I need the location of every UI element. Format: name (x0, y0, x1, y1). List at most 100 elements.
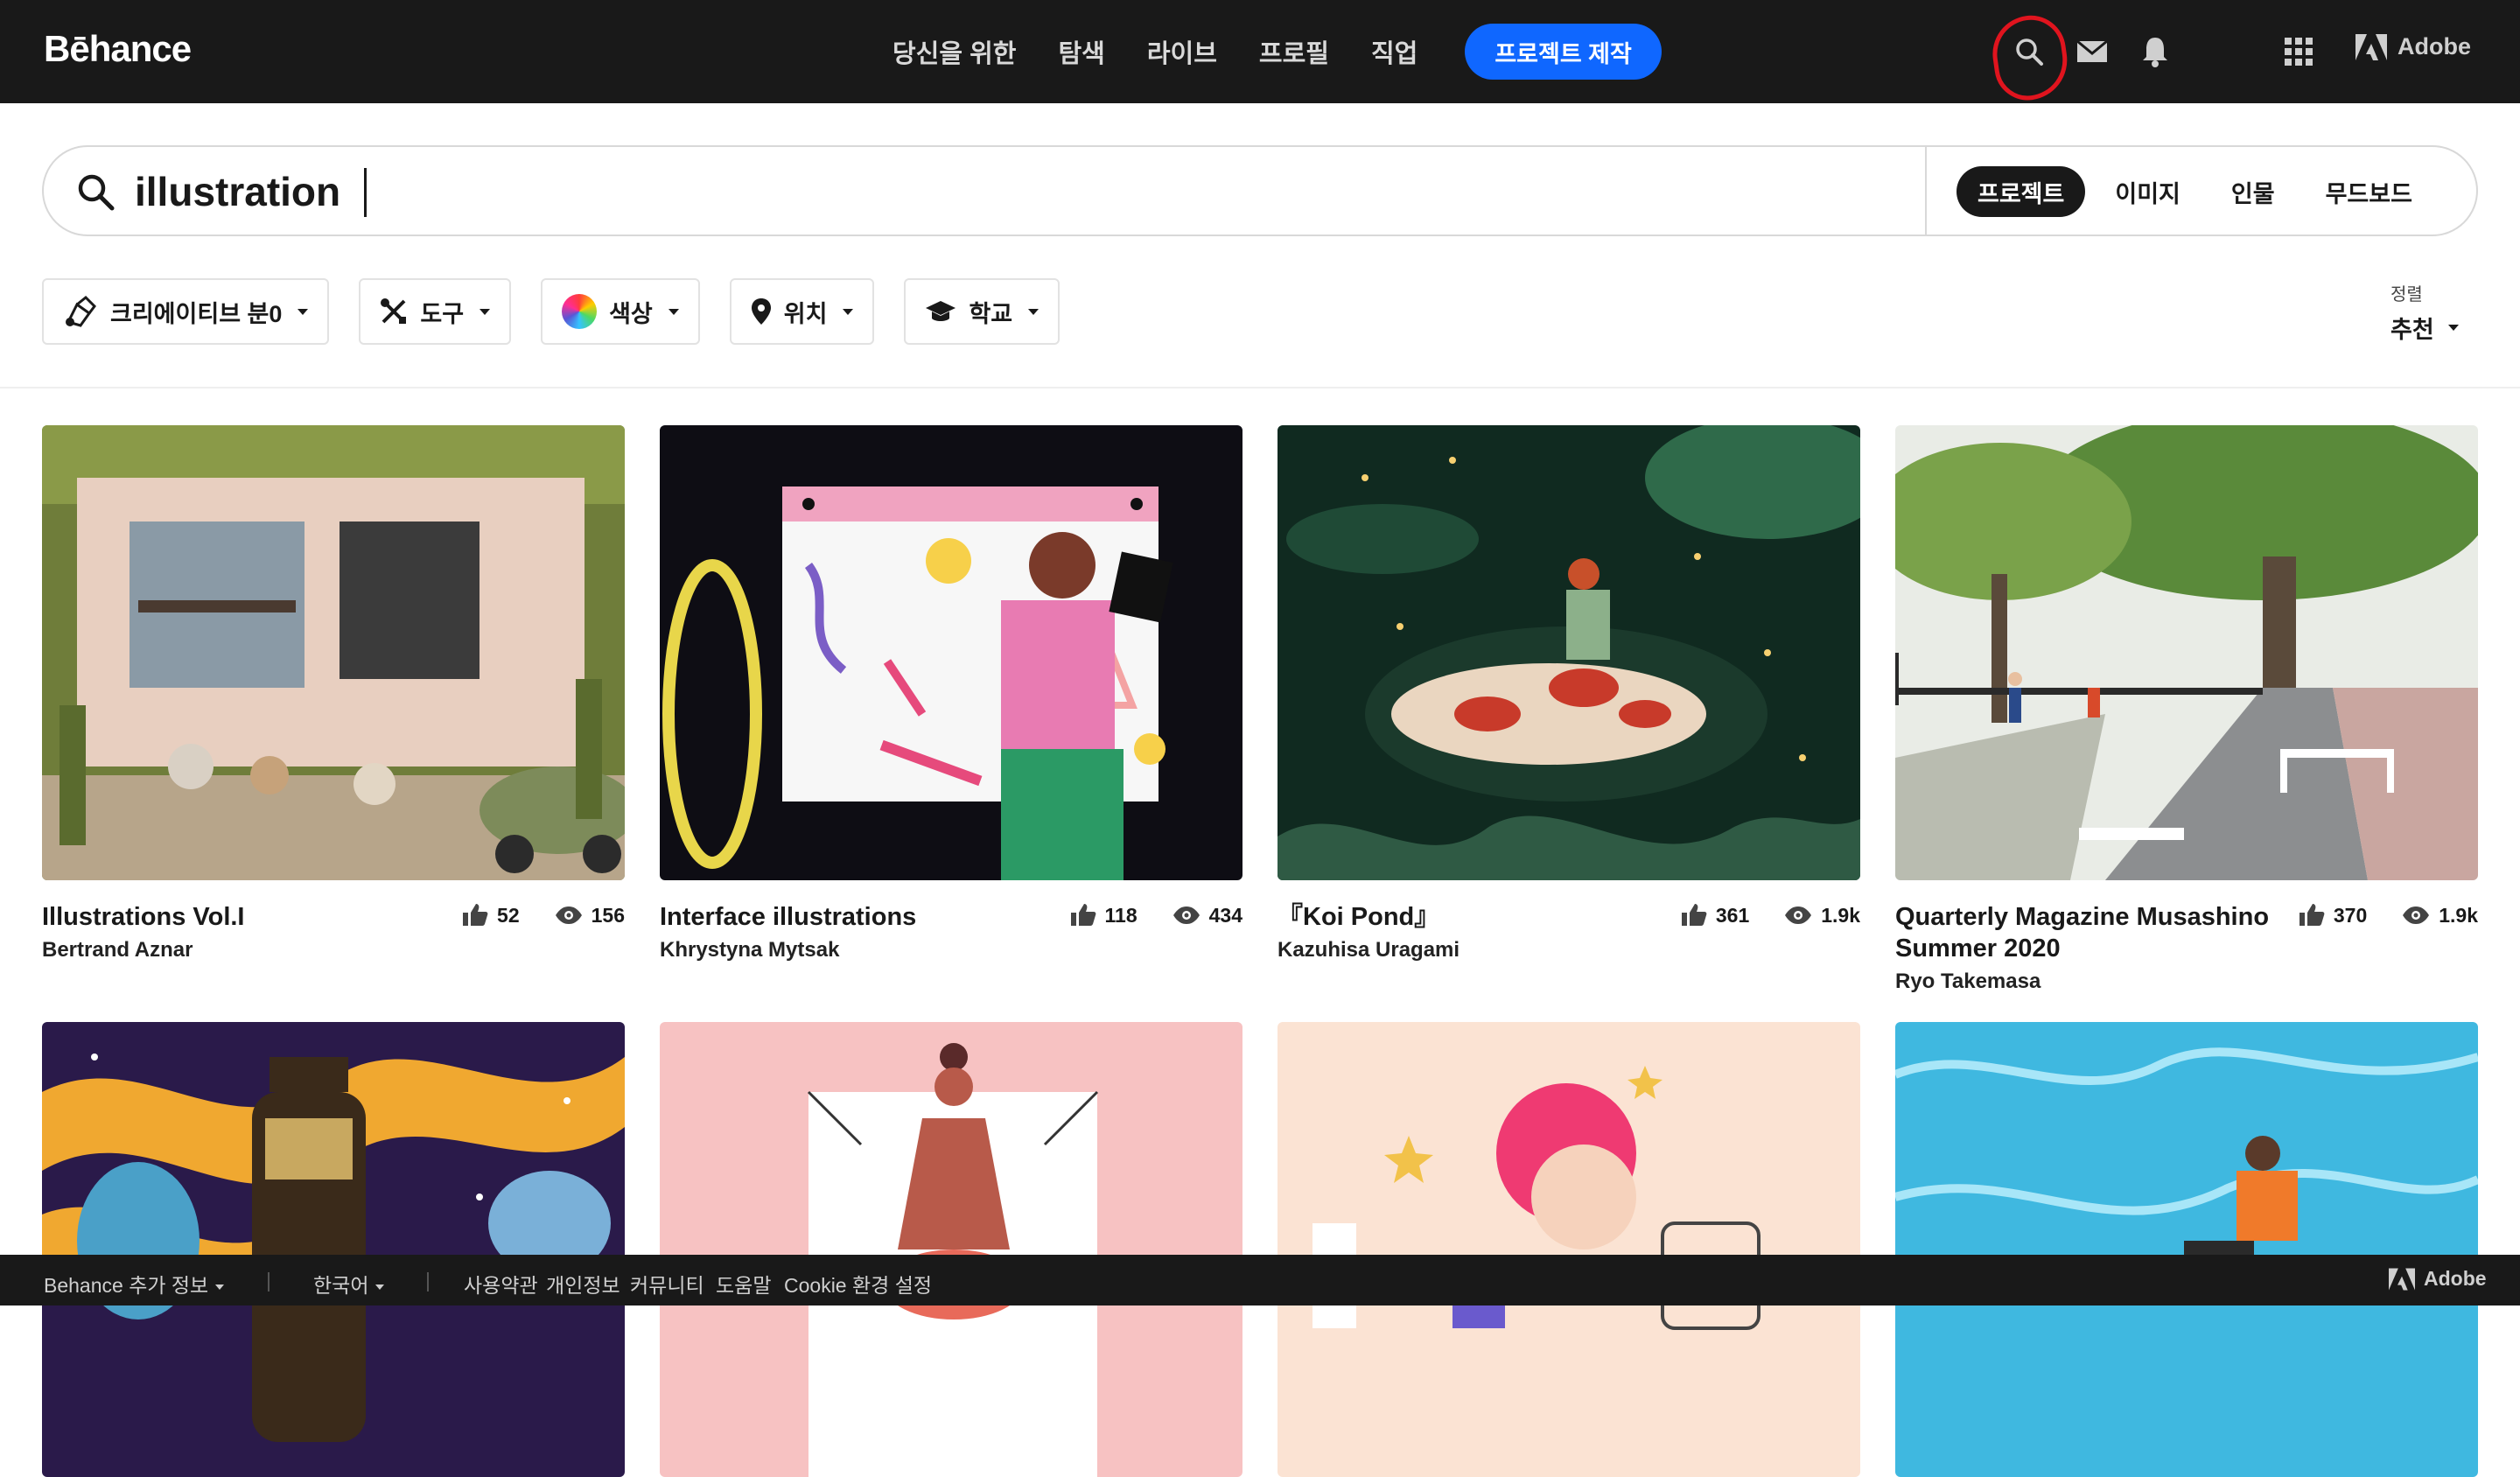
location-pin-icon (751, 298, 771, 325)
project-thumbnail[interactable] (660, 1022, 1242, 1477)
tab-images[interactable]: 이미지 (2094, 166, 2202, 217)
chevron-down-icon (215, 1284, 225, 1290)
chevron-down-icon (843, 308, 854, 315)
creative-field-filter[interactable]: 크리에이티브 분0 (42, 278, 330, 345)
project-thumbnail[interactable] (42, 1022, 625, 1477)
project-meta: 『Koi Pond』 Kazuhisa Uragami 361 1.9k (1278, 880, 1860, 968)
project-card[interactable] (42, 1022, 625, 1477)
tab-moodboards[interactable]: 무드보드 (2305, 166, 2433, 217)
search-divider (1925, 147, 1927, 234)
creative-field-label: 크리에이티브 분0 (110, 300, 283, 327)
section-divider (0, 387, 2520, 388)
project-stats: 361 1.9k (1681, 903, 1860, 928)
footer-link-terms[interactable]: 사용약관 (464, 1269, 538, 1298)
create-project-button[interactable]: 프로젝트 제작 (1465, 24, 1662, 80)
project-card[interactable] (1895, 1022, 2478, 1477)
search-input[interactable] (135, 163, 1885, 220)
project-thumbnail[interactable] (1278, 425, 1860, 880)
project-meta: Quarterly Magazine Musashino Summer 2020… (1895, 880, 2478, 993)
sort-value-text: 추천 (2390, 317, 2434, 343)
eye-icon (555, 906, 582, 924)
nav-profile[interactable]: 프로필 (1259, 33, 1329, 70)
footer-divider (268, 1272, 270, 1292)
project-stats: 370 1.9k (2299, 903, 2478, 928)
project-thumbnail[interactable] (1895, 425, 2478, 880)
nav-for-you[interactable]: 당신을 위한 (892, 33, 1016, 70)
footer-link-privacy[interactable]: 개인정보 (546, 1269, 620, 1298)
tools-label: 도구 (420, 300, 465, 327)
project-author[interactable]: Bertrand Aznar (42, 934, 418, 966)
adobe-label: Adobe (2398, 33, 2471, 60)
search-field-icon (75, 172, 116, 216)
views-count: 156 (591, 903, 625, 927)
project-card[interactable]: 『Koi Pond』 Kazuhisa Uragami 361 1.9k (1278, 425, 1860, 968)
footer-language[interactable]: 한국어 (313, 1269, 385, 1298)
search-icon[interactable] (2009, 32, 2049, 72)
color-filter[interactable]: 색상 (541, 278, 700, 345)
likes-count: 52 (497, 903, 520, 927)
project-title[interactable]: Quarterly Magazine Musashino Summer 2020… (1895, 901, 2272, 998)
project-thumbnail[interactable] (1895, 1022, 2478, 1477)
project-author[interactable]: Ryo Takemasa (1895, 966, 2272, 998)
filter-bar: 크리에이티브 분0 도구 색상 위치 학교 (42, 278, 1060, 345)
apps-grid-icon[interactable] (2278, 32, 2319, 72)
top-bar: Bēhance 당신을 위한 탐색 라이브 프로필 직업 프로젝트 제작 Ado… (0, 0, 2520, 105)
views-count: 1.9k (2439, 903, 2478, 927)
project-stats: 52 156 (462, 903, 625, 928)
project-card[interactable] (1278, 1022, 1860, 1477)
adobe-link[interactable]: Adobe (2356, 33, 2471, 60)
sort-control[interactable]: 정렬 추천 (2390, 280, 2459, 345)
chevron-down-icon (480, 308, 491, 315)
project-thumbnail[interactable] (42, 425, 625, 880)
notifications-bell-icon[interactable] (2135, 32, 2175, 72)
behance-logo[interactable]: Bēhance (44, 28, 192, 70)
project-title[interactable]: 『Koi Pond』 Kazuhisa Uragami (1278, 901, 1654, 966)
project-card[interactable]: Illustrations Vol.I Bertrand Aznar 52 15… (42, 425, 625, 968)
views-count: 434 (1208, 903, 1242, 927)
likes-count: 370 (2333, 903, 2368, 927)
school-filter[interactable]: 학교 (904, 278, 1060, 345)
project-card[interactable]: Interface illustrations Khrystyna Mytsak… (660, 425, 1242, 968)
project-thumbnail[interactable] (1278, 1022, 1860, 1477)
project-meta: Interface illustrations Khrystyna Mytsak… (660, 880, 1242, 968)
thumbs-up-icon (2299, 904, 2325, 926)
project-card[interactable] (660, 1022, 1242, 1477)
main-nav: 당신을 위한 탐색 라이브 프로필 직업 프로젝트 제작 (892, 0, 1662, 103)
footer-link-help[interactable]: 도움말 (716, 1269, 771, 1298)
footer-more-info[interactable]: Behance 추가 정보 (44, 1269, 225, 1298)
search-bar: 프로젝트 이미지 인물 무드보드 (42, 145, 2478, 236)
mail-icon[interactable] (2072, 32, 2112, 72)
project-thumbnail[interactable] (660, 425, 1242, 880)
project-author[interactable]: Khrystyna Mytsak (660, 934, 1036, 966)
tab-people[interactable]: 인물 (2210, 166, 2296, 217)
tools-icon (381, 298, 407, 324)
tools-filter[interactable]: 도구 (359, 278, 512, 345)
project-author[interactable]: Kazuhisa Uragami (1278, 934, 1654, 966)
location-filter[interactable]: 위치 (729, 278, 875, 345)
tab-projects[interactable]: 프로젝트 (1956, 166, 2086, 217)
nav-explore[interactable]: 탐색 (1058, 33, 1104, 70)
project-title-text: Interface illustrations (660, 903, 917, 931)
color-label: 색상 (609, 300, 653, 327)
project-title[interactable]: Illustrations Vol.I Bertrand Aznar (42, 901, 418, 966)
thumbs-up-icon (463, 904, 488, 926)
chevron-down-icon (668, 308, 679, 315)
footer-link-cookie-settings[interactable]: Cookie 환경 설정 (784, 1269, 932, 1298)
nav-live[interactable]: 라이브 (1147, 33, 1217, 70)
project-title-text: Illustrations Vol.I (42, 903, 245, 931)
eye-icon (2403, 906, 2430, 924)
chevron-down-icon (298, 308, 309, 315)
sort-value[interactable]: 추천 (2390, 311, 2459, 345)
likes-count: 361 (1715, 903, 1750, 927)
school-label: 학교 (969, 300, 1013, 327)
brush-pen-icon (66, 296, 96, 327)
footer-adobe[interactable]: Adobe (2389, 1267, 2487, 1291)
footer-adobe-label: Adobe (2424, 1267, 2487, 1290)
project-card[interactable]: Quarterly Magazine Musashino Summer 2020… (1895, 425, 2478, 993)
nav-jobs[interactable]: 직업 (1371, 33, 1418, 70)
project-title[interactable]: Interface illustrations Khrystyna Mytsak (660, 901, 1036, 966)
footer-link-community[interactable]: 커뮤니티 (630, 1269, 704, 1298)
chevron-down-icon (375, 1284, 385, 1290)
likes-count: 118 (1104, 903, 1138, 927)
footer-language-label: 한국어 (313, 1274, 369, 1297)
